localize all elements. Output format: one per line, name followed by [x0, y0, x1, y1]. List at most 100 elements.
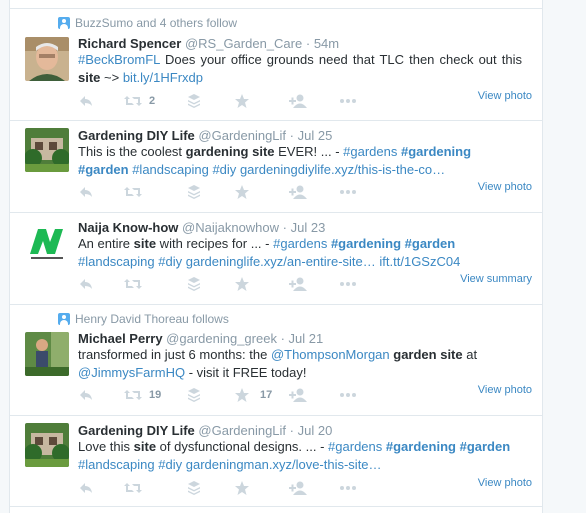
view-photo-link[interactable]: View photo	[478, 384, 532, 396]
hashtag-link[interactable]: #diy	[158, 254, 182, 269]
text-segment: An entire	[78, 236, 134, 251]
context-text: BuzzSumo and 4 others follow	[75, 16, 238, 30]
retweet-icon[interactable]	[123, 184, 143, 200]
reply-icon[interactable]	[78, 480, 94, 496]
more-icon[interactable]	[339, 387, 357, 403]
tweet-actions: 2	[78, 93, 438, 109]
tweet-time[interactable]: Jul 21	[289, 331, 324, 346]
hashtag-link[interactable]: #diy	[212, 162, 236, 177]
hashtag-link[interactable]: #gardening	[386, 439, 456, 454]
tweet-time[interactable]: Jul 23	[291, 220, 326, 235]
hashtag-link[interactable]: #landscaping	[78, 254, 155, 269]
text-segment: Does your office grounds need that TLC t…	[159, 52, 522, 67]
author-handle[interactable]: @Naijaknowhow	[182, 220, 279, 235]
text-segment: with recipes for ... -	[156, 236, 274, 251]
hashtag-link[interactable]: #gardening	[331, 236, 401, 251]
like-count: 17	[260, 389, 273, 401]
url-link[interactable]: ift.tt/1GSzC04	[379, 254, 460, 269]
author-handle[interactable]: @GardeningLif	[198, 128, 286, 143]
star-icon[interactable]	[234, 93, 250, 109]
avatar[interactable]	[25, 423, 69, 467]
text-segment: ~>	[100, 70, 123, 85]
tweet-time[interactable]: 54m	[314, 36, 339, 51]
avatar[interactable]	[25, 128, 69, 172]
follow-icon[interactable]	[289, 480, 309, 496]
url-link[interactable]: gardeninglife.xyz/an-entire-site…	[186, 254, 376, 269]
view-summary-link[interactable]: View summary	[460, 273, 532, 285]
view-photo-link[interactable]: View photo	[478, 181, 532, 193]
stack-icon[interactable]	[187, 184, 201, 200]
retweet-icon[interactable]: 19	[123, 387, 161, 403]
follow-icon[interactable]	[289, 184, 309, 200]
follow-icon[interactable]	[289, 93, 309, 109]
hashtag-link[interactable]: #gardens	[328, 439, 382, 454]
stack-icon[interactable]	[187, 93, 201, 109]
url-link[interactable]: bit.ly/1HFrxdp	[123, 70, 203, 85]
view-photo-link[interactable]: View photo	[478, 90, 532, 102]
tweet[interactable]: Gardening DIY Life @GardeningLif · Jul 2…	[10, 121, 542, 213]
hashtag-link[interactable]: #BeckBromFL	[78, 52, 160, 67]
stack-icon[interactable]	[187, 387, 201, 403]
text-segment: - visit it FREE today!	[185, 365, 307, 380]
tweet[interactable]: Naija Know-how @Naijaknowhow · Jul 23 An…	[10, 213, 542, 305]
hashtag-link[interactable]: #garden	[78, 162, 129, 177]
tweet-text: An entire site with recipes for ... - #g…	[78, 235, 522, 271]
text-segment: EVER! ... -	[274, 144, 344, 159]
tweet[interactable]: Gardening DIY Life @GardeningLif · Jul 2…	[10, 416, 542, 507]
retweet-icon[interactable]	[123, 480, 143, 496]
retweet-count: 19	[149, 389, 162, 401]
stack-icon[interactable]	[187, 276, 201, 292]
author-name[interactable]: Gardening DIY Life	[78, 423, 195, 438]
more-icon[interactable]	[339, 276, 357, 292]
follow-icon[interactable]	[289, 276, 309, 292]
star-icon[interactable]	[234, 276, 250, 292]
more-icon[interactable]	[339, 93, 357, 109]
star-icon[interactable]	[234, 184, 250, 200]
url-link[interactable]: @JimmysFarmHQ	[78, 365, 185, 380]
author-name[interactable]: Michael Perry	[78, 331, 163, 346]
hashtag-link[interactable]: #landscaping	[78, 457, 155, 472]
hashtag-link[interactable]: #gardens	[343, 144, 397, 159]
hashtag-link[interactable]: #gardening	[401, 144, 471, 159]
hashtag-link[interactable]: #garden	[460, 439, 511, 454]
context-text: Henry David Thoreau follows	[75, 312, 229, 326]
tweet-time[interactable]: Jul 20	[298, 423, 333, 438]
more-icon[interactable]	[339, 480, 357, 496]
author-handle[interactable]: @RS_Garden_Care	[185, 36, 302, 51]
avatar[interactable]	[25, 332, 69, 376]
hashtag-link[interactable]: #garden	[405, 236, 456, 251]
retweet-icon[interactable]: 2	[123, 93, 155, 109]
view-photo-link[interactable]: View photo	[478, 477, 532, 489]
hashtag-link[interactable]: #diy	[158, 457, 182, 472]
star-icon[interactable]: 17	[234, 387, 272, 403]
avatar[interactable]	[25, 37, 69, 81]
reply-icon[interactable]	[78, 184, 94, 200]
url-link[interactable]: @ThompsonMorgan	[271, 347, 390, 362]
separator-dot: ·	[305, 36, 311, 51]
url-link[interactable]: gardeningman.xyz/love-this-site…	[186, 457, 382, 472]
url-link[interactable]: gardeningdiylife.xyz/this-is-the-co…	[240, 162, 445, 177]
star-icon[interactable]	[234, 480, 250, 496]
author-name[interactable]: Gardening DIY Life	[78, 128, 195, 143]
author-name[interactable]: Naija Know-how	[78, 220, 178, 235]
avatar[interactable]	[25, 220, 69, 264]
tweet-context: BuzzSumo and 4 others follow	[58, 15, 237, 31]
author-name[interactable]: Richard Spencer	[78, 36, 181, 51]
reply-icon[interactable]	[78, 276, 94, 292]
author-handle[interactable]: @gardening_greek	[166, 331, 277, 346]
more-icon[interactable]	[339, 184, 357, 200]
hashtag-link[interactable]: #gardens	[273, 236, 327, 251]
retweet-icon[interactable]	[123, 276, 143, 292]
tweet-text: #BeckBromFL Does your office grounds nee…	[78, 51, 522, 87]
tweet-time[interactable]: Jul 25	[298, 128, 333, 143]
tweet[interactable]: Henry David Thoreau follows Michael Perr…	[10, 305, 542, 416]
hashtag-link[interactable]: #landscaping	[132, 162, 209, 177]
highlighted-text: gardening site	[185, 144, 275, 159]
reply-icon[interactable]	[78, 387, 94, 403]
stack-icon[interactable]	[187, 480, 201, 496]
reply-icon[interactable]	[78, 93, 94, 109]
tweet-text: transformed in just 6 months: the @Thomp…	[78, 346, 522, 382]
author-handle[interactable]: @GardeningLif	[198, 423, 286, 438]
tweet[interactable]: BuzzSumo and 4 others follow Richard Spe…	[10, 8, 542, 121]
follow-icon[interactable]	[289, 387, 309, 403]
